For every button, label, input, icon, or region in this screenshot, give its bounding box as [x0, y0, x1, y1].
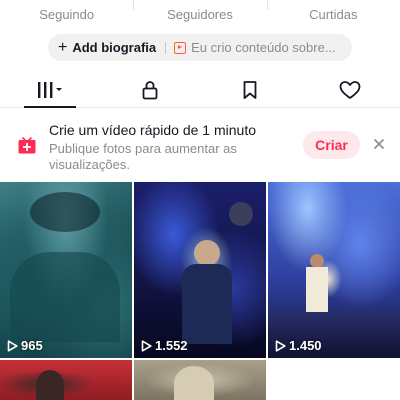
view-count-value: 1.450: [289, 338, 322, 353]
video-thumbnail[interactable]: [134, 360, 266, 400]
thumbnail-figure: [310, 254, 324, 268]
banner-title: Crie um vídeo rápido de 1 minuto: [49, 122, 256, 138]
bookmark-icon: [243, 80, 257, 99]
stat-likes-label: Curtidas: [309, 7, 358, 22]
close-icon-glyph: [374, 139, 384, 149]
play-icon: [7, 339, 18, 352]
tab-liked[interactable]: [300, 72, 400, 107]
video-thumbnail[interactable]: [0, 360, 132, 400]
thumbnail-figure: [229, 202, 253, 226]
stat-following[interactable]: Seguindo: [0, 0, 133, 22]
video-grid: 965 1.552 1.450: [0, 182, 400, 400]
heart-icon: [339, 80, 361, 99]
add-bio-button[interactable]: + Add biografia: [58, 38, 157, 56]
banner-text: Crie um vídeo rápido de 1 minuto Publiqu…: [49, 122, 289, 173]
thumbnail-figure: [10, 252, 120, 342]
profile-tabs: [0, 72, 400, 108]
bio-pill-row: + Add biografia Eu crio conteúdo sobre..…: [48, 34, 352, 61]
stat-likes[interactable]: Curtidas: [266, 0, 400, 22]
add-bio-label: Add biografia: [72, 40, 157, 55]
video-thumbnail[interactable]: 1.450: [268, 182, 400, 358]
view-count: 1.552: [141, 338, 188, 353]
thumbnail-figure: [182, 264, 232, 344]
create-button[interactable]: Criar: [303, 131, 360, 159]
close-icon[interactable]: [371, 136, 387, 152]
create-video-icon: [18, 137, 36, 154]
video-thumbnail[interactable]: 965: [0, 182, 132, 358]
bio-suggestion-text: Eu crio conteúdo sobre...: [191, 40, 336, 55]
plus-icon: +: [58, 38, 68, 56]
stat-following-label: Seguindo: [39, 7, 95, 22]
thumbnail-figure: [30, 192, 100, 232]
thumbnail-figure: [36, 370, 64, 400]
banner-subtitle: Publique fotos para aumentar as visualiz…: [49, 141, 237, 172]
video-thumbnail[interactable]: 1.552: [134, 182, 266, 358]
view-count-value: 965: [21, 338, 43, 353]
thumbnail-figure: [194, 240, 220, 266]
play-icon: [275, 339, 286, 352]
view-count-value: 1.552: [155, 338, 188, 353]
grid-icon: [38, 81, 62, 98]
profile-stats: Seguindo Seguidores Curtidas: [0, 0, 400, 22]
pill-divider: [165, 41, 167, 54]
lock-icon: [142, 80, 158, 99]
view-count: 1.450: [275, 338, 322, 353]
quick-video-banner: Crie um vídeo rápido de 1 minuto Publiqu…: [0, 116, 400, 176]
view-count: 965: [7, 338, 43, 353]
stat-followers-label: Seguidores: [167, 7, 233, 22]
video-icon: [174, 41, 187, 54]
tab-saved[interactable]: [200, 72, 300, 107]
bio-suggestion[interactable]: Eu crio conteúdo sobre...: [174, 40, 336, 55]
stat-followers[interactable]: Seguidores: [133, 0, 266, 22]
play-icon: [141, 339, 152, 352]
tab-private[interactable]: [100, 72, 200, 107]
thumbnail-figure: [174, 366, 214, 400]
tab-videos[interactable]: [0, 72, 100, 108]
